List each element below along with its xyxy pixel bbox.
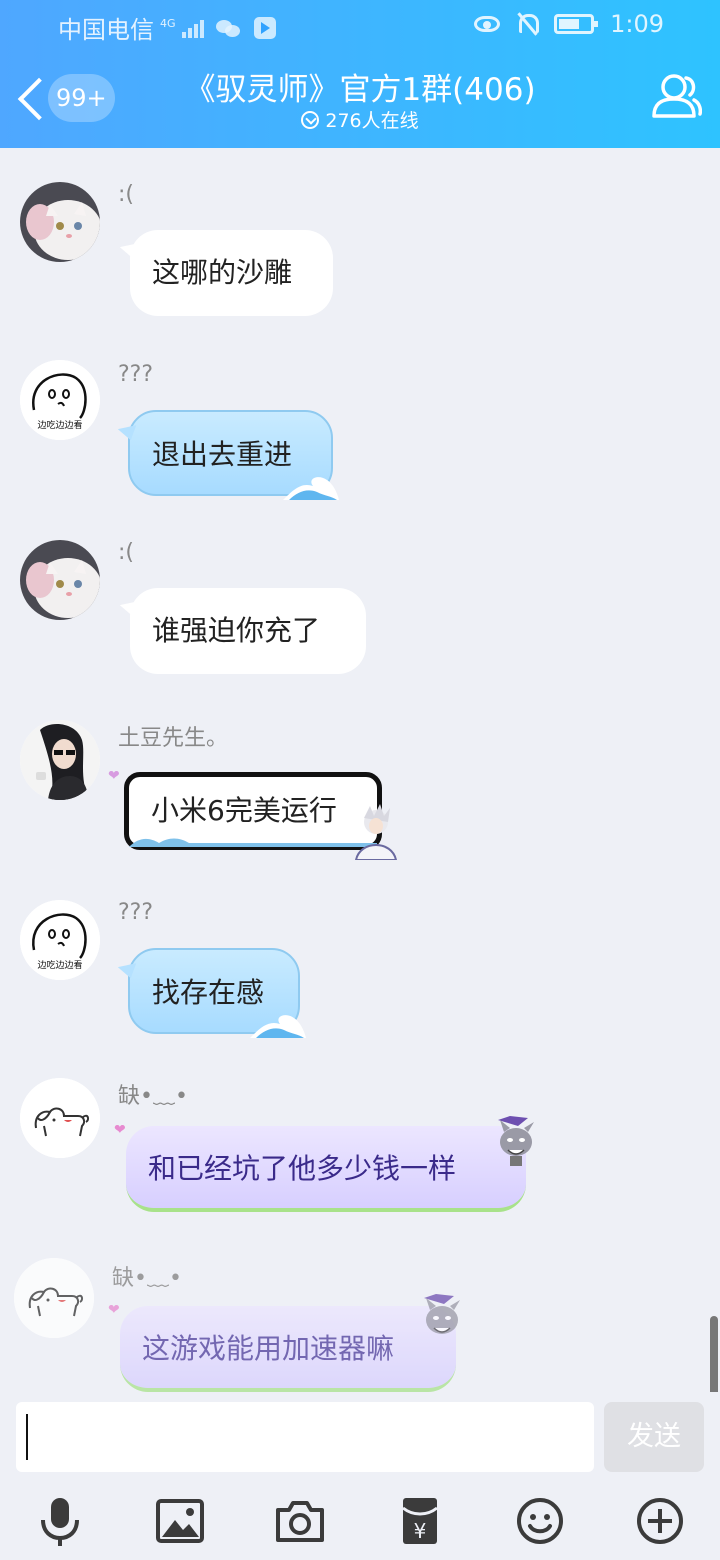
network-type: 4G	[160, 17, 176, 30]
scrollbar[interactable]	[710, 1316, 718, 1396]
mic-icon[interactable]	[35, 1496, 85, 1546]
avatar-white-cat[interactable]	[20, 540, 100, 620]
message-bubble[interactable]: 小米6完美运行	[124, 772, 382, 850]
message-bubble[interactable]: 谁强迫你充了	[130, 588, 366, 674]
message-bubble[interactable]: 退出去重进	[128, 410, 339, 500]
red-packet-icon[interactable]: ¥	[395, 1496, 445, 1546]
message-item: :( 谁强迫你充了	[0, 538, 720, 678]
carrier-label: 中国电信	[58, 16, 154, 44]
message-item: 边吃边边看 ??? 退出去重进	[0, 358, 720, 500]
status-bar: 中国电信 4G 1:09	[0, 0, 720, 48]
text-caret	[26, 1414, 28, 1460]
chat-header: 中国电信 4G 1:09 99+ 《驭灵师》官方1群(406) 276人在线	[0, 0, 720, 148]
heart-decoration-icon: ❤	[114, 1122, 126, 1138]
message-text: 小米6完美运行	[151, 794, 337, 827]
composer: 发送	[0, 1392, 720, 1482]
message-item: :( 这哪的沙雕	[0, 180, 720, 320]
signal-icon	[181, 18, 204, 38]
message-text: 找存在感	[152, 976, 265, 1009]
input-toolbar: ¥	[0, 1482, 720, 1560]
online-count-text: 276人在线	[325, 110, 419, 132]
sender-name: ???	[118, 362, 154, 387]
group-members-icon[interactable]	[650, 72, 702, 120]
message-bubble[interactable]: 这游戏能用加速器嘛	[120, 1306, 456, 1392]
grey-wolf-character-icon	[498, 1116, 534, 1166]
wave-border-icon	[129, 838, 377, 847]
status-right: 1:09	[474, 10, 664, 38]
status-left: 中国电信 4G	[58, 10, 276, 45]
message-item: 缺•﹏• 和已经坑了他多少钱一样 ❤	[0, 1076, 720, 1226]
svg-text:¥: ¥	[414, 1519, 427, 1543]
chevron-down-circle-icon	[301, 110, 320, 129]
mute-icon	[516, 12, 540, 36]
message-input[interactable]	[16, 1402, 594, 1472]
emoji-icon[interactable]	[515, 1496, 565, 1546]
online-count[interactable]: 276人在线	[0, 106, 720, 133]
message-item: 缺•﹏• 这游戏能用加速器嘛 ❤	[0, 1256, 720, 1392]
message-item: 边吃边边看 ??? 找存在感	[0, 898, 720, 1038]
avatar-anime-man[interactable]	[20, 720, 100, 800]
avatar-doodle[interactable]: 边吃边边看	[20, 900, 100, 980]
status-time: 1:09	[610, 10, 664, 38]
video-app-notification-icon	[253, 16, 276, 39]
wechat-notification-icon	[215, 18, 242, 38]
image-icon[interactable]	[155, 1496, 205, 1546]
avatar-dog-doodle[interactable]	[20, 1078, 100, 1158]
message-bubble[interactable]: 找存在感	[128, 948, 306, 1038]
avatar-dog-doodle[interactable]	[14, 1258, 94, 1338]
avatar-caption: 边吃边边看	[37, 421, 83, 431]
avatar-white-cat[interactable]	[20, 182, 100, 262]
message-text: 退出去重进	[152, 438, 293, 471]
heart-decoration-icon: ❤	[108, 1302, 120, 1318]
battery-icon	[554, 14, 599, 34]
avatar-doodle[interactable]: 边吃边边看	[20, 360, 100, 440]
send-button[interactable]: 发送	[604, 1402, 704, 1472]
wave-decoration-icon	[283, 477, 339, 500]
sender-name: 缺•﹏•	[118, 1084, 188, 1109]
wave-decoration-icon	[250, 1015, 306, 1038]
camera-icon[interactable]	[275, 1496, 325, 1546]
sender-name: :(	[118, 540, 134, 565]
plus-icon[interactable]	[635, 1496, 685, 1546]
message-bubble[interactable]: 这哪的沙雕	[130, 230, 333, 316]
heart-decoration-icon: ❤	[108, 768, 120, 784]
group-title[interactable]: 《驭灵师》官方1群(406)	[0, 64, 720, 109]
sender-name: 缺•﹏•	[112, 1266, 182, 1291]
silver-hair-character-icon	[354, 804, 398, 860]
sender-name: ???	[118, 900, 154, 925]
sender-name: :(	[118, 182, 134, 207]
message-bubble[interactable]: 和已经坑了他多少钱一样	[126, 1126, 526, 1212]
message-list[interactable]: :( 这哪的沙雕 边吃边边看 ??? 退出去重进:(谁强迫你充了 土豆先生。…	[0, 148, 720, 1392]
message-item: 土豆先生。 小米6完美运行 ❤	[0, 718, 720, 878]
eye-comfort-icon	[474, 16, 501, 32]
sender-name: 土豆先生。	[118, 726, 229, 751]
avatar-caption: 边吃边边看	[37, 961, 83, 971]
grey-wolf-character-icon	[424, 1294, 460, 1334]
